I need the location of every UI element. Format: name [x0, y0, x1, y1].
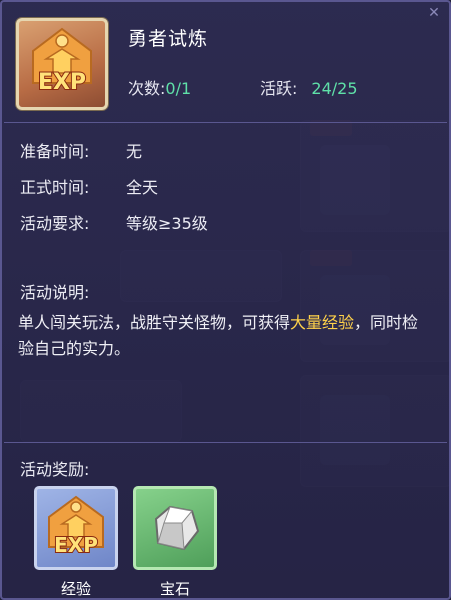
formal-time-label: 正式时间: — [20, 178, 90, 197]
close-icon[interactable]: ✕ — [425, 4, 443, 22]
gem-icon — [154, 505, 200, 551]
count-stat: 次数:0/1 — [128, 75, 191, 99]
formal-time-value: 全天 — [126, 178, 159, 197]
activity-title: 勇者试炼 — [128, 28, 209, 50]
description-label: 活动说明: — [20, 283, 90, 302]
requirement-label: 活动要求: — [20, 214, 90, 233]
reward-label: 活动奖励: — [20, 460, 90, 479]
reward-item-gem-label: 宝石 — [159, 580, 190, 598]
reward-item-gem[interactable] — [133, 486, 217, 570]
prep-time-value: 无 — [126, 142, 143, 161]
header-divider — [4, 122, 447, 123]
exp-icon: EXP — [48, 495, 104, 558]
requirement-value: 等级≥35级 — [126, 214, 208, 233]
count-label: 次数: — [128, 79, 166, 98]
exp-icon: EXP — [16, 18, 108, 110]
count-value: 0/1 — [165, 79, 192, 98]
reward-item-exp[interactable]: EXP — [34, 486, 118, 570]
formal-time-row: 正式时间: 全天 — [20, 174, 158, 198]
requirement-row: 活动要求: 等级≥35级 — [20, 210, 208, 234]
svg-text:EXP: EXP — [54, 533, 98, 557]
prep-time-row: 准备时间: 无 — [20, 138, 142, 162]
reward-divider — [4, 442, 447, 443]
active-label: 活跃: — [260, 79, 298, 98]
svg-text:EXP: EXP — [38, 70, 86, 95]
activity-tooltip-panel: ✕ EXP 勇者试炼 次数:0/1 活跃: 24/25 准备时间: 无 正式时间: 全… — [0, 0, 451, 600]
active-stat: 活跃: 24/25 — [260, 75, 358, 99]
active-value: 24/25 — [311, 79, 358, 98]
prep-time-label: 准备时间: — [20, 142, 90, 161]
description-highlight: 大量经验 — [290, 313, 355, 332]
description-text-before: 单人闯关玩法，战胜守关怪物，可获得 — [18, 313, 291, 332]
exp-icon-graphic: EXP — [32, 27, 92, 96]
description-text: 单人闯关玩法，战胜守关怪物，可获得大量经验，同时检验自己的实力。 — [18, 310, 428, 362]
reward-item-exp-label: 经验 — [60, 580, 91, 598]
